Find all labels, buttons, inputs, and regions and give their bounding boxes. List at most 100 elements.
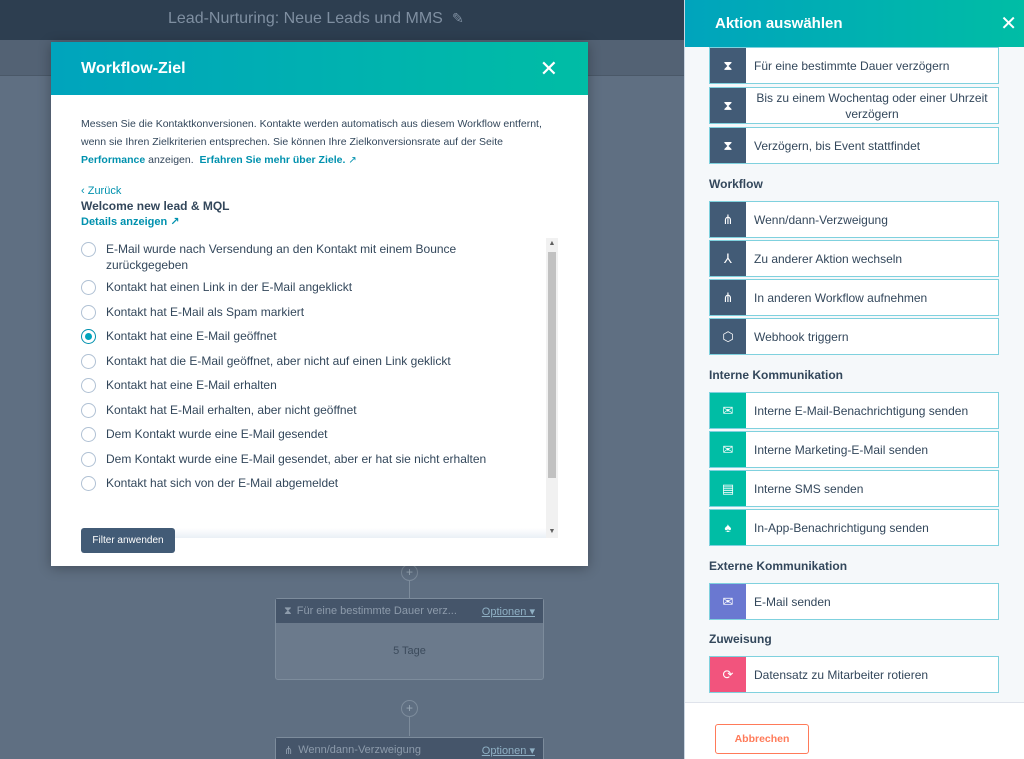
goal-option-radio-row[interactable]: Kontakt hat eine E-Mail geöffnet [81, 325, 540, 350]
scrollbar-thumb[interactable] [548, 252, 556, 478]
goal-option-radio-row[interactable]: E-Mail wurde nach Versendung an den Kont… [81, 238, 540, 276]
branch-icon: ⋔ [284, 744, 294, 757]
action-item[interactable]: ⟳ Datensatz zu Mitarbeiter rotieren [709, 656, 999, 693]
learn-more-link[interactable]: Erfahren Sie mehr über Ziele. [200, 154, 346, 166]
action-item[interactable]: ♠ In-App-Benachrichtigung senden [709, 509, 999, 546]
goal-option-radio-row[interactable]: Kontakt hat E-Mail erhalten, aber nicht … [81, 399, 540, 424]
radio-unchecked[interactable] [81, 304, 96, 320]
hourglass-icon: ⧗ [710, 88, 746, 123]
goal-option-label: E-Mail wurde nach Versendung an den Kont… [106, 242, 457, 272]
close-icon[interactable]: ✕ [540, 57, 558, 80]
radio-unchecked[interactable] [81, 427, 96, 442]
goal-name: Welcome new lead & MQL [81, 199, 230, 213]
goal-option-radio-row[interactable]: Dem Kontakt wurde eine E-Mail gesendet [81, 423, 540, 448]
card-header: ⋔ Wenn/dann-Verzweigung Optionen ▾ [276, 738, 543, 759]
goal-option-radio-row[interactable]: Kontakt hat sich von der E-Mail abgemeld… [81, 472, 540, 497]
add-action-plus-icon[interactable]: + [401, 564, 418, 581]
action-label: Interne E-Mail-Benachrichtigung senden [754, 403, 969, 418]
section-title: Externe Kommunikation [709, 559, 848, 573]
modal-header: Workflow-Ziel ✕ [51, 42, 588, 95]
card-options-link[interactable]: Optionen ▾ [482, 744, 535, 757]
goal-option-radio-row[interactable]: Dem Kontakt wurde eine E-Mail gesendet, … [81, 448, 540, 473]
goal-option-label: Kontakt hat sich von der E-Mail abgemeld… [106, 476, 339, 490]
panel-header: Aktion auswählen [685, 0, 1024, 47]
scroll-down-arrow-icon[interactable]: ▼ [546, 526, 558, 538]
section-title: Zuweisung [709, 632, 772, 646]
close-icon[interactable]: ✕ [1000, 11, 1017, 36]
section-title: Interne Kommunikation [709, 368, 844, 382]
goal-option-label: Kontakt hat E-Mail als Spam markiert [106, 304, 305, 319]
back-link[interactable]: ‹ Zurück [81, 185, 558, 197]
radio-unchecked[interactable] [81, 402, 96, 418]
radio-unchecked[interactable] [81, 353, 96, 369]
radio-unchecked[interactable] [81, 451, 96, 467]
section-title: Workflow [709, 177, 763, 191]
radio-checked[interactable] [81, 329, 96, 344]
action-item[interactable]: ⧗ Für eine bestimmte Dauer verzögern [709, 47, 999, 84]
flow-card-delay[interactable]: ⧗ Für eine bestimmte Dauer verz... Optio… [275, 598, 544, 680]
panel-footer: Abbrechen [685, 702, 1024, 759]
hourglass-icon: ⧗ [710, 128, 746, 163]
action-label: E-Mail senden [754, 594, 831, 609]
card-title: Für eine bestimmte Dauer verz... [296, 605, 457, 617]
workflow-goal-modal: Workflow-Ziel ✕ Messen Sie die Kontaktko… [51, 42, 588, 566]
goal-option-radio-row[interactable]: Kontakt hat einen Link in der E-Mail ang… [81, 276, 540, 301]
action-item[interactable]: ⋔ In anderen Workflow aufnehmen [709, 279, 999, 316]
goal-option-radio-row[interactable]: Kontakt hat E-Mail als Spam markiert [81, 301, 540, 326]
goal-option-radio-row[interactable]: Kontakt hat die E-Mail geöffnet, aber ni… [81, 350, 540, 375]
cancel-button[interactable]: Abbrechen [715, 724, 809, 754]
action-item[interactable]: ⅄ Zu anderer Aktion wechseln [709, 240, 999, 277]
action-item[interactable]: ✉ Interne Marketing-E-Mail senden [709, 431, 999, 468]
radio-unchecked[interactable] [81, 378, 96, 393]
external-link-icon: ↗ [348, 155, 357, 166]
goal-option-label: Kontakt hat eine E-Mail geöffnet [106, 329, 277, 343]
goal-option-label: Kontakt hat einen Link in der E-Mail ang… [106, 280, 353, 294]
rotate-owner-icon: ⟳ [710, 657, 746, 692]
choose-action-panel: Aktion auswählen ✕ ⧗ Für eine bestimmte D… [684, 0, 1024, 759]
email-icon: ✉ [710, 393, 746, 428]
apply-filter-button[interactable]: Filter anwenden [81, 528, 175, 553]
bell-icon: ♠ [710, 510, 746, 545]
action-label: Bis zu einem Wochentag oder einer Uhrzei… [756, 90, 988, 121]
action-label: Verzögern, bis Event stattfindet [754, 138, 921, 153]
intro-text: Messen Sie die Kontaktkonversionen. Kont… [81, 115, 558, 170]
action-label: Interne Marketing-E-Mail senden [754, 442, 929, 457]
action-item[interactable]: ✉ Interne E-Mail-Benachrichtigung senden [709, 392, 999, 429]
options-scrollbar[interactable]: ▲ ▼ [546, 238, 558, 538]
workflow-topbar: Lead-Nurturing: Neue Leads und MMS ✎ [0, 0, 684, 40]
email-icon: ✉ [710, 432, 746, 467]
scroll-up-arrow-icon[interactable]: ▲ [546, 238, 558, 250]
card-options-link[interactable]: Optionen ▾ [482, 605, 535, 618]
radio-unchecked[interactable] [81, 476, 96, 491]
action-label: Wenn/dann-Verzweigung [754, 212, 888, 227]
radio-unchecked[interactable] [81, 280, 96, 295]
goal-option-radio-row[interactable]: Kontakt hat eine E-Mail erhalten [81, 374, 540, 399]
performance-link[interactable]: Performance [81, 154, 145, 166]
flow-card-branch[interactable]: ⋔ Wenn/dann-Verzweigung Optionen ▾ [275, 737, 544, 759]
action-item[interactable]: ✉ E-Mail senden [709, 583, 999, 620]
goal-option-label: Kontakt hat E-Mail erhalten, aber nicht … [106, 402, 357, 417]
hourglass-icon: ⧗ [710, 48, 746, 83]
action-item[interactable]: ⧗ Verzögern, bis Event stattfindet [709, 127, 999, 164]
goal-option-label: Dem Kontakt wurde eine E-Mail gesendet [106, 427, 328, 441]
action-item[interactable]: ⬡ Webhook triggern [709, 318, 999, 355]
flow-connector [409, 716, 410, 736]
card-title: Wenn/dann-Verzweigung [298, 744, 421, 756]
action-item[interactable]: ⧗ Bis zu einem Wochentag oder einer Uhrze… [709, 87, 999, 124]
email-icon: ✉ [710, 584, 746, 619]
add-action-plus-icon[interactable]: + [401, 700, 418, 717]
action-item[interactable]: ⋔ Wenn/dann-Verzweigung [709, 201, 999, 238]
workflow-title[interactable]: Lead-Nurturing: Neue Leads und MMS [168, 10, 443, 28]
hourglass-icon: ⧗ [284, 604, 292, 617]
pencil-icon[interactable]: ✎ [452, 10, 464, 27]
intro-text-part2: anzeigen. [145, 154, 194, 166]
details-link[interactable]: Details anzeigen ↗ [81, 215, 558, 228]
modal-title: Workflow-Ziel [81, 59, 186, 77]
action-label: Datensatz zu Mitarbeiter rotieren [754, 667, 929, 682]
action-item[interactable]: ▤ Interne SMS senden [709, 470, 999, 507]
goal-option-label: Dem Kontakt wurde eine E-Mail gesendet, … [106, 451, 487, 466]
branch-icon: ⋔ [710, 202, 746, 237]
intro-text-part1: Messen Sie die Kontaktkonversionen. Kont… [81, 118, 542, 148]
goal-options-list: E-Mail wurde nach Versendung an den Kont… [81, 238, 558, 497]
radio-unchecked[interactable] [81, 242, 96, 257]
